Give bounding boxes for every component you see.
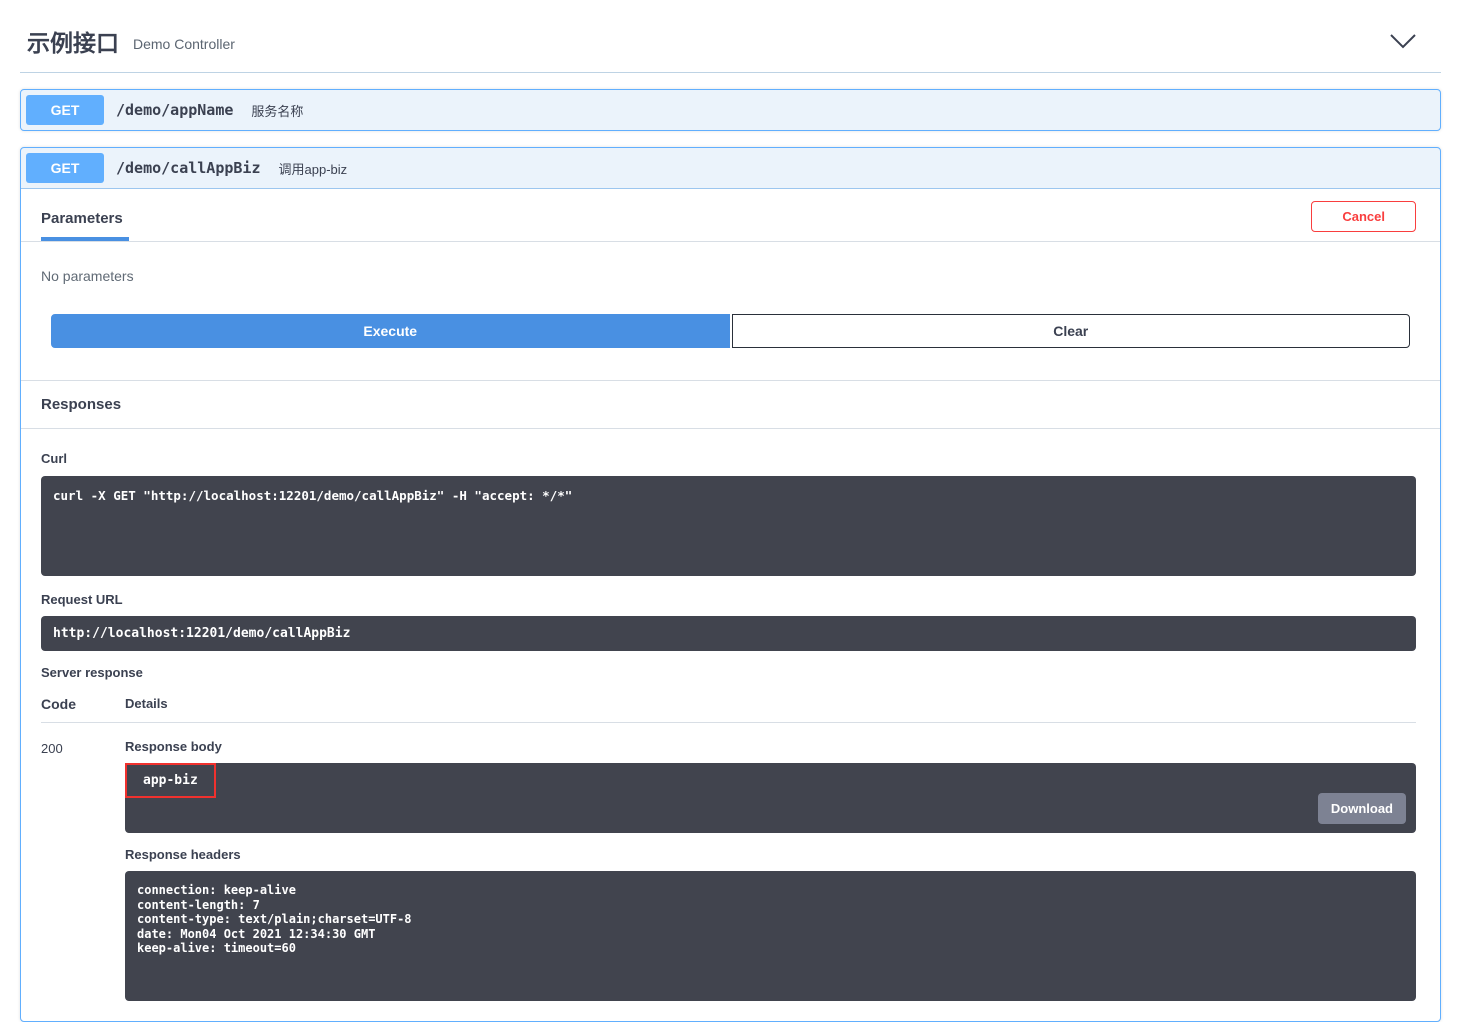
details-column-header: Details [125,696,168,711]
tag-title: 示例接口 [27,30,119,56]
endpoint-path[interactable]: /demo/callAppBiz [116,159,261,177]
execute-row: Execute Clear [21,314,1440,380]
response-headers-label: Response headers [125,847,241,862]
code-column-header: Code [41,696,76,712]
cancel-button[interactable]: Cancel [1311,201,1416,232]
download-button[interactable]: Download [1317,793,1406,824]
response-details: Response body app-biz Download Response … [125,737,1416,1001]
server-response-label: Server response [41,665,143,680]
endpoint-summary-callappbiz[interactable]: GET /demo/callAppBiz 调用app-biz [21,148,1440,189]
endpoint-get-appname: GET /demo/appName 服务名称 [20,89,1441,131]
chevron-down-icon[interactable] [1390,33,1416,49]
swagger-ui-page: 示例接口 Demo Controller GET /demo/appName 服… [0,0,1475,1022]
no-parameters-text: No parameters [41,268,134,284]
parameters-header: Parameters Cancel [21,189,1440,242]
response-body-block: app-biz Download [125,763,1416,833]
method-badge-get: GET [26,153,104,183]
request-url-value: http://localhost:12201/demo/callAppBiz [41,616,1416,651]
clear-button[interactable]: Clear [731,314,1410,348]
tag-subtitle: Demo Controller [133,35,235,52]
endpoint-body: Parameters Cancel No parameters Execute … [21,189,1440,1021]
endpoint-description: 调用app-biz [278,161,348,177]
tab-parameters[interactable]: Parameters [41,210,129,241]
curl-label: Curl [41,451,67,466]
endpoint-summary-appname[interactable]: GET /demo/appName 服务名称 [21,90,1440,130]
endpoint-description: 服务名称 [251,103,304,119]
response-body-value: app-biz [125,763,216,798]
response-status-code: 200 [41,741,63,756]
endpoint-path[interactable]: /demo/appName [116,101,233,119]
response-row: 200 Response body app-biz Download Respo… [41,723,1416,1001]
response-body-label: Response body [125,739,222,754]
endpoint-get-callappbiz: GET /demo/callAppBiz 调用app-biz Parameter… [20,147,1441,1022]
execute-button[interactable]: Execute [51,314,730,348]
response-headers-value: connection: keep-alive content-length: 7… [125,871,1416,1001]
curl-command[interactable]: curl -X GET "http://localhost:12201/demo… [41,476,1416,576]
method-badge-get: GET [26,95,104,125]
request-url-label: Request URL [41,592,123,607]
tag-section-header[interactable]: 示例接口 Demo Controller [20,18,1441,73]
responses-body: Curl curl -X GET "http://localhost:12201… [21,429,1440,1021]
responses-title: Responses [41,396,122,413]
responses-section-header: Responses [21,380,1440,429]
response-table-header: Code Details [41,696,1416,723]
